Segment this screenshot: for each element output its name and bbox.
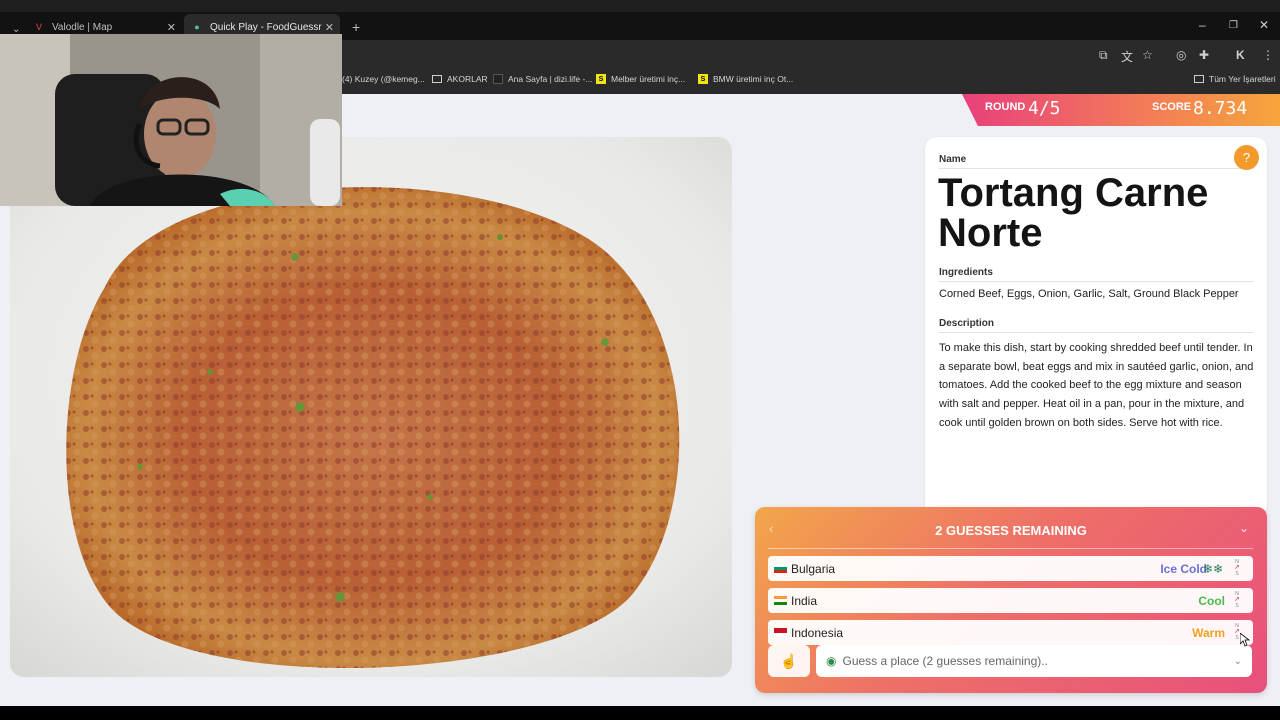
food-photo <box>10 137 732 677</box>
score-label: SCORE <box>1152 101 1192 113</box>
guesses-remaining-title: 2 GUESSES REMAINING <box>935 523 1087 538</box>
guess-row: India Cool N ➚ S <box>768 588 1253 613</box>
restore-icon[interactable]: ❐ <box>1229 20 1238 31</box>
folder-icon <box>1194 75 1204 83</box>
extension-icon[interactable]: ◎ <box>1176 48 1186 62</box>
bookmark-folder[interactable]: AKORLAR <box>432 74 488 84</box>
divider <box>939 332 1253 333</box>
divider <box>939 168 1253 169</box>
guess-temperature: Ice Cold <box>1160 561 1207 576</box>
bottom-bar <box>0 706 1280 720</box>
chevron-down-icon: ⌄ <box>12 23 21 35</box>
tab-title: Valodle | Map <box>52 21 113 33</box>
indonesia-flag-icon <box>774 628 787 637</box>
valodle-favicon-icon: V <box>35 22 42 32</box>
tab-title: Quick Play - FoodGuessr | Food <box>210 21 322 33</box>
divider <box>768 548 1253 549</box>
compass-icon: N ➚ S <box>1234 591 1240 609</box>
minimize-icon[interactable]: – <box>1199 18 1206 32</box>
round-value: 4/5 <box>1028 98 1061 119</box>
bookmark-item[interactable]: Ana Sayfa | dizi.life -... <box>493 74 592 84</box>
plus-icon: + <box>352 19 361 35</box>
description-label: Description <box>939 318 995 329</box>
close-icon[interactable]: ✕ <box>325 21 334 34</box>
window-close-icon[interactable]: ✕ <box>1259 18 1269 32</box>
foodguessr-favicon-icon: ● <box>194 22 200 32</box>
dish-name: Tortang Carne Norte <box>938 171 1209 255</box>
india-flag-icon <box>774 596 787 605</box>
description-text: To make this dish, start by cooking shre… <box>939 342 1254 429</box>
close-icon[interactable]: ✕ <box>167 21 176 34</box>
globe-icon: ◉ <box>826 654 837 668</box>
guess-input[interactable]: ◉ Guess a place (2 guesses remaining).. … <box>816 645 1252 677</box>
ingredients-text: Corned Beef, Eggs, Onion, Garlic, Salt, … <box>939 288 1239 300</box>
dish-info-card: Name Tortang Carne Norte Ingredients Cor… <box>925 137 1267 517</box>
hint-button[interactable]: ☝ <box>768 645 810 677</box>
score-value: 8.734 <box>1193 98 1248 119</box>
guess-panel: ‹ 2 GUESSES REMAINING ⌄ Bulgaria Ice Col… <box>755 507 1267 693</box>
site-icon <box>493 74 503 84</box>
install-app-icon[interactable]: ⧉ <box>1099 48 1108 63</box>
guess-input-placeholder: Guess a place (2 guesses remaining).. <box>842 654 1048 668</box>
bulgaria-flag-icon <box>774 564 787 573</box>
compass-icon: N ➚ S <box>1234 559 1240 577</box>
s-icon: S <box>596 74 606 84</box>
bookmark-item[interactable]: S BMW üretimi inç Ot... <box>698 74 793 84</box>
name-label: Name <box>939 154 967 165</box>
new-tab-button[interactable]: + <box>344 14 364 40</box>
help-button[interactable]: ? <box>1234 145 1259 170</box>
divider <box>939 281 1253 282</box>
translate-icon[interactable]: 文 <box>1121 48 1133 65</box>
hand-icon: ☝ <box>780 652 798 669</box>
guess-row: Indonesia Warm N ➚ S <box>768 620 1253 645</box>
bookmark-star-icon[interactable]: ☆ <box>1142 48 1153 62</box>
ingredients-label: Ingredients <box>939 267 993 278</box>
round-score-hud: ROUND 4/5 SCORE 8.734 <box>962 94 1280 126</box>
snowflake-icon: ❄❄ <box>1202 561 1223 576</box>
all-bookmarks[interactable]: Tüm Yer İşaretleri <box>1194 74 1276 84</box>
menu-icon[interactable]: ⋮ <box>1262 48 1274 62</box>
chevron-down-icon[interactable]: ⌄ <box>1239 521 1249 535</box>
folder-icon <box>432 75 442 83</box>
question-icon: ? <box>1242 150 1251 165</box>
guess-country: Indonesia <box>791 625 844 640</box>
profile-icon[interactable]: K <box>1236 48 1245 62</box>
mouse-cursor-icon <box>1240 633 1250 647</box>
s-icon: S <box>698 74 708 84</box>
guess-temperature: Cool <box>1198 593 1225 608</box>
guess-country: India <box>791 593 818 608</box>
puzzle-icon[interactable]: ✚ <box>1199 48 1209 62</box>
guess-country: Bulgaria <box>791 561 836 576</box>
webcam-overlay <box>0 34 342 206</box>
guess-temperature: Warm <box>1192 625 1225 640</box>
chevron-down-icon: ⌄ <box>1233 655 1242 667</box>
round-label: ROUND <box>985 101 1026 113</box>
bookmark-item[interactable]: S Melber üretimi inç... <box>596 74 685 84</box>
guess-row: Bulgaria Ice Cold ❄❄ N ➚ S <box>768 556 1253 581</box>
bookmark-item[interactable]: (4) Kuzey (@kemeg... <box>342 74 425 84</box>
